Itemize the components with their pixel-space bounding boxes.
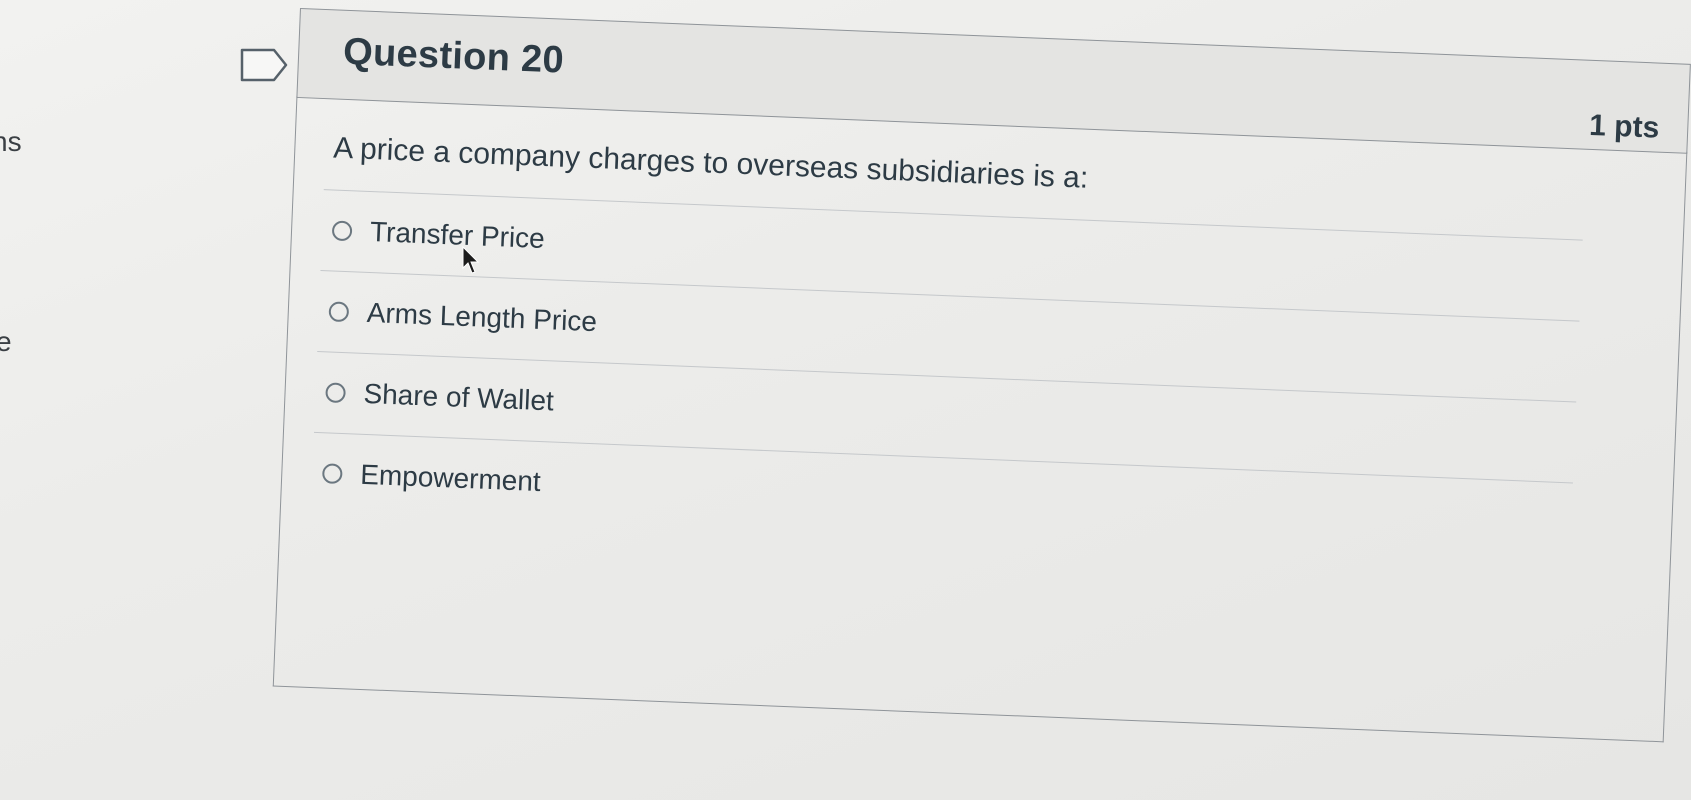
question-body: A price a company charges to overseas su…: [272, 95, 1688, 743]
radio-button[interactable]: [328, 301, 350, 323]
answer-label[interactable]: Share of Wallet: [363, 378, 554, 418]
answer-list: Transfer Price Arms Length Price Share o…: [310, 189, 1583, 564]
answer-label[interactable]: Transfer Price: [369, 216, 545, 255]
answer-label[interactable]: Empowerment: [360, 459, 542, 498]
radio-button[interactable]: [325, 382, 346, 404]
cropped-sidebar-text: e: [0, 326, 12, 357]
question-title: Question 20: [342, 30, 565, 82]
flag-question-icon[interactable]: [240, 48, 290, 82]
mouse-pointer-icon: [462, 246, 480, 274]
question-text: A price a company charges to overseas su…: [332, 131, 1089, 195]
answer-label[interactable]: Arms Length Price: [366, 297, 597, 338]
cropped-sidebar-text: ns: [0, 126, 22, 157]
question-card: Question 20 1 pts A price a company char…: [272, 8, 1691, 743]
question-points: 1 pts: [1588, 108, 1660, 145]
radio-button[interactable]: [331, 220, 353, 242]
radio-button[interactable]: [321, 463, 343, 485]
